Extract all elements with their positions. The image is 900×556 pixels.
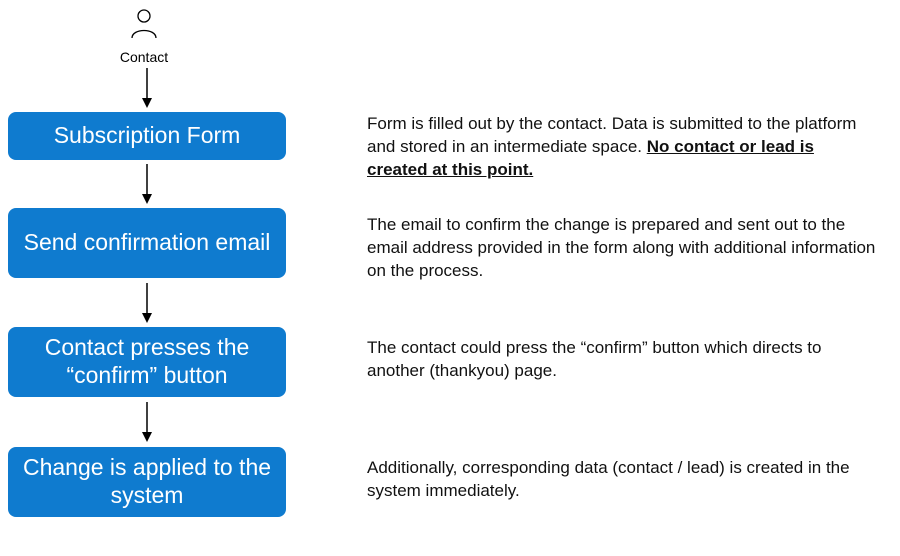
step-change-applied: Change is applied to the system [8,447,286,517]
step-label: Change is applied to the system [20,454,274,509]
step-contact-presses-confirm: Contact presses the “confirm” button [8,327,286,397]
description-step2: The email to confirm the change is prepa… [367,214,877,283]
description-text: The contact could press the “confirm” bu… [367,338,821,380]
description-text: Additionally, corresponding data (contac… [367,458,850,500]
step-label: Subscription Form [54,122,241,150]
description-step4: Additionally, corresponding data (contac… [367,457,877,503]
step-send-confirmation-email: Send confirmation email [8,208,286,278]
contact-label: Contact [104,49,184,65]
contact-actor: Contact [104,6,184,65]
arrow-step1-to-step2 [138,162,156,206]
person-icon [126,6,162,42]
step-label: Contact presses the “confirm” button [20,334,274,389]
description-step1: Form is filled out by the contact. Data … [367,113,877,182]
arrow-step3-to-step4 [138,400,156,444]
step-label: Send confirmation email [24,229,271,257]
description-text: The email to confirm the change is prepa… [367,215,875,280]
arrow-step2-to-step3 [138,281,156,325]
description-step3: The contact could press the “confirm” bu… [367,337,877,383]
step-subscription-form: Subscription Form [8,112,286,160]
arrow-contact-to-step1 [138,66,156,110]
